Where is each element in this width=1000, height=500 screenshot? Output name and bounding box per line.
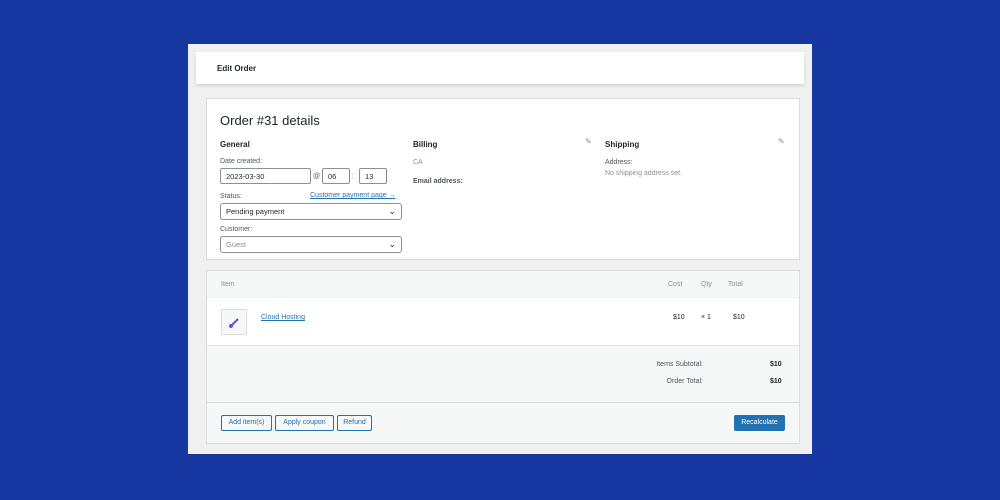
- product-thumbnail: [221, 309, 247, 335]
- date-created-input[interactable]: 2023-03-30: [220, 168, 311, 184]
- at-symbol: @: [313, 173, 321, 180]
- customer-selected-value: Guest: [226, 240, 247, 249]
- hour-input[interactable]: 06: [322, 168, 350, 184]
- recalculate-button[interactable]: Recalculate: [734, 415, 785, 431]
- customer-select[interactable]: Guest ⌄: [220, 236, 402, 253]
- total-column-header: Total: [728, 281, 743, 288]
- order-items-panel: Item Cost Qty Total Cloud Hosting $10 × …: [206, 270, 800, 444]
- items-actions-bar: Add item(s) Apply coupon Refund Recalcul…: [207, 403, 799, 443]
- billing-country: CA: [413, 159, 423, 166]
- add-items-button[interactable]: Add item(s): [221, 415, 272, 431]
- minute-input[interactable]: 13: [359, 168, 387, 184]
- apply-coupon-button[interactable]: Apply coupon: [275, 415, 334, 431]
- order-total-label: Order Total:: [666, 378, 703, 385]
- page-header: Edit Order: [196, 52, 804, 84]
- customer-payment-link[interactable]: Customer payment page →: [310, 192, 396, 199]
- cost-column-header: Cost: [668, 281, 683, 288]
- edit-order-window: Edit Order Order #31 details General Dat…: [188, 44, 812, 454]
- status-select[interactable]: Pending payment ⌄: [220, 203, 402, 220]
- item-cost: $10: [673, 314, 685, 321]
- order-title: Order #31 details: [220, 113, 320, 128]
- product-image-icon: [229, 318, 239, 328]
- qty-column-header: Qty: [701, 281, 712, 288]
- shipping-address-label: Address:: [605, 159, 633, 166]
- shipping-address-value: No shipping address set.: [605, 170, 683, 177]
- items-subtotal-label: Items Subtotal:: [656, 361, 703, 368]
- general-heading: General: [220, 140, 250, 149]
- billing-heading: Billing: [413, 140, 438, 149]
- product-link[interactable]: Cloud Hosting: [261, 314, 305, 321]
- items-table-header: Item Cost Qty Total: [207, 271, 799, 298]
- time-colon: :: [352, 173, 354, 180]
- status-label: Status:: [220, 193, 242, 200]
- date-created-label: Date created:: [220, 158, 263, 165]
- edit-billing-pencil-icon[interactable]: ✎: [585, 137, 592, 146]
- item-qty: × 1: [701, 314, 711, 321]
- table-row: Cloud Hosting $10 × 1 $10: [207, 298, 799, 346]
- page-title: Edit Order: [217, 63, 257, 73]
- item-total: $10: [733, 314, 745, 321]
- refund-button[interactable]: Refund: [337, 415, 372, 431]
- item-column-header: Item: [221, 281, 235, 288]
- customer-label: Customer:: [220, 226, 253, 233]
- chevron-down-icon: ⌄: [388, 239, 396, 249]
- edit-shipping-pencil-icon[interactable]: ✎: [778, 137, 785, 146]
- status-selected-value: Pending payment: [226, 207, 285, 216]
- billing-email-label: Email address:: [413, 178, 463, 185]
- items-subtotal-value: $10: [770, 361, 782, 368]
- order-details-panel: Order #31 details General Date created: …: [206, 98, 800, 260]
- shipping-heading: Shipping: [605, 140, 640, 149]
- chevron-down-icon: ⌄: [388, 206, 396, 216]
- order-totals: Items Subtotal: $10 Order Total: $10: [207, 346, 799, 403]
- order-total-value: $10: [770, 378, 782, 385]
